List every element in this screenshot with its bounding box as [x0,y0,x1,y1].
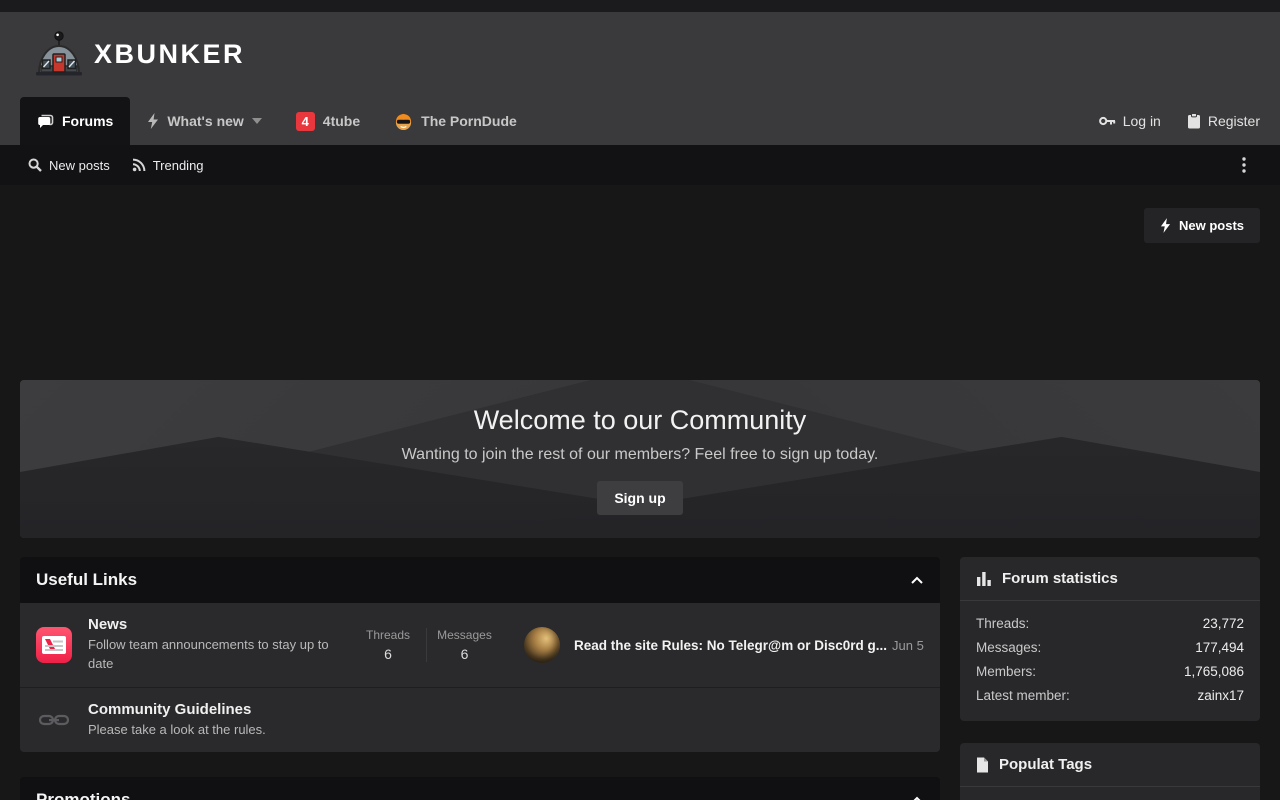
overflow-menu-icon[interactable] [1236,153,1252,177]
forum-statistics-header: Forum statistics [960,557,1260,601]
top-strip [0,0,1280,12]
columns: Useful Links [20,557,1260,800]
4tube-icon: 4 [296,112,315,131]
threads-label: Threads [350,628,426,642]
toolbar-row: New posts [20,208,1260,243]
subnav-bar: New posts Trending [0,145,1280,185]
node-text: News Follow team announcements to stay u… [88,616,350,674]
site-header: XBUNKER [0,12,1280,97]
threads-stat: Threads 6 [350,628,426,662]
link-icon [36,713,72,727]
forum-statistics-block: Forum statistics Threads: 23,772 Message… [960,557,1260,721]
useful-links-block: Useful Links [20,557,940,752]
news-icon [36,627,72,663]
main-column: Useful Links [20,557,940,800]
sidebar: Forum statistics Threads: 23,772 Message… [960,557,1260,800]
collapse-chevron-up-icon[interactable] [910,576,924,585]
stat-value[interactable]: zainx17 [1197,684,1244,708]
stat-row: Latest member: zainx17 [976,684,1244,708]
bunker-logo-icon[interactable] [33,30,85,80]
nav-spacer [534,97,1073,145]
messages-label: Messages [427,628,502,642]
stat-row: Threads: 23,772 [976,612,1244,636]
block-title: Useful Links [36,570,137,590]
login-link[interactable]: Log in [1099,97,1161,145]
subnav-label: Trending [153,158,204,173]
latest-post-meta: Jun 5, 2024 · ... [892,638,924,653]
new-posts-button[interactable]: New posts [1144,208,1260,243]
collapse-chevron-up-icon[interactable] [910,796,924,800]
forum-node-community-guidelines[interactable]: Community Guidelines Please take a look … [20,688,940,752]
tab-label: The PornDude [421,113,517,129]
sign-up-button[interactable]: Sign up [597,481,682,515]
node-title[interactable]: Community Guidelines [88,701,350,718]
node-title[interactable]: News [88,616,350,633]
stat-value: 1,765,086 [1184,660,1244,684]
stat-row: Members: 1,765,086 [976,660,1244,684]
welcome-banner: Welcome to our Community Wanting to join… [20,380,1260,538]
messages-stat: Messages 6 [426,628,502,662]
subnav-new-posts[interactable]: New posts [28,158,110,173]
login-label: Log in [1123,113,1161,129]
chevron-down-icon [252,118,262,124]
promotions-block: Promotions [20,777,940,800]
node-description: Follow team announcements to stay up to … [88,636,350,674]
search-icon [28,158,42,172]
lightning-icon [147,113,159,129]
stat-label: Latest member: [976,684,1070,708]
tab-label: What's new [167,113,243,129]
forum-statistics-body: Threads: 23,772 Messages: 177,494 Member… [960,601,1260,721]
node-text: Community Guidelines Please take a look … [88,701,350,740]
stat-label: Members: [976,660,1036,684]
populat-tags-header: Populat Tags [960,743,1260,787]
subnav-label: New posts [49,158,110,173]
banner-inner: Welcome to our Community Wanting to join… [20,380,1260,515]
stat-label: Messages: [976,636,1041,660]
subnav-trending[interactable]: Trending [132,158,204,173]
lightning-icon [1160,218,1171,233]
register-link[interactable]: Register [1187,97,1260,145]
useful-links-header[interactable]: Useful Links [20,557,940,603]
block-title: Promotions [36,790,130,800]
register-icon [1187,113,1201,129]
file-icon [976,757,989,773]
tab-4tube[interactable]: 4 4tube [279,97,377,145]
tab-the-porndude[interactable]: The PornDude [377,97,534,145]
latest-post-avatar[interactable] [524,627,560,663]
banner-subtitle: Wanting to join the rest of our members?… [20,446,1260,464]
latest-post: Read the site Rules: No Telegr@m or Disc… [574,638,924,653]
side-block-title: Forum statistics [1002,570,1118,587]
forum-node-news[interactable]: News Follow team announcements to stay u… [20,603,940,688]
main-nav: Forums What's new 4 4tube The PornDude [0,97,1280,145]
key-icon [1099,115,1116,127]
brand-name[interactable]: XBUNKER [94,39,245,70]
messages-value: 6 [427,646,502,662]
populat-tags-body [960,787,1260,800]
latest-post-title[interactable]: Read the site Rules: No Telegr@m or Disc… [574,638,887,653]
bar-chart-icon [976,571,992,586]
porndude-icon [394,112,413,131]
threads-value: 6 [350,646,426,662]
stat-value: 177,494 [1195,636,1244,660]
register-label: Register [1208,113,1260,129]
stat-row: Messages: 177,494 [976,636,1244,660]
stat-label: Threads: [976,612,1029,636]
promotions-header[interactable]: Promotions [20,777,940,800]
forums-icon [37,114,54,129]
tab-forums[interactable]: Forums [20,97,130,145]
rss-icon [132,158,146,172]
populat-tags-block: Populat Tags [960,743,1260,800]
new-posts-button-label: New posts [1179,218,1244,233]
page-content: New posts Welcome to our Community Wanti… [0,208,1280,800]
stat-value: 23,772 [1203,612,1244,636]
node-description: Please take a look at the rules. [88,721,350,740]
tab-whats-new[interactable]: What's new [130,97,278,145]
side-block-title: Populat Tags [999,756,1092,773]
tab-label: 4tube [323,113,360,129]
tab-label: Forums [62,113,113,129]
banner-title: Welcome to our Community [20,405,1260,436]
